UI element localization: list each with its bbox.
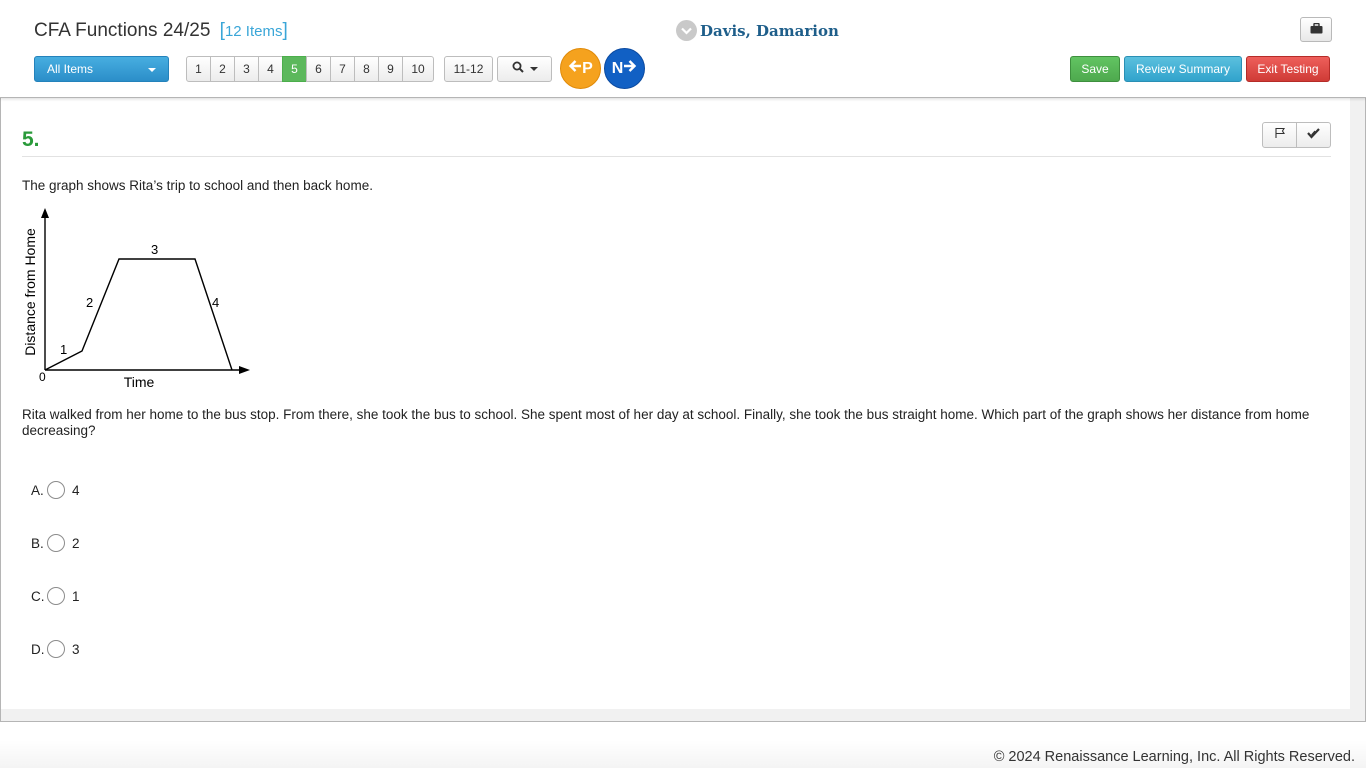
previous-label: P	[582, 59, 593, 77]
question-text: Rita walked from her home to the bus sto…	[22, 407, 1310, 438]
caret-down-icon	[148, 68, 156, 72]
flag-icon	[1274, 126, 1286, 144]
save-button[interactable]: Save	[1070, 56, 1120, 82]
arrow-left-icon	[568, 59, 582, 78]
radio-button[interactable]	[47, 640, 65, 658]
question-pager: 1 2 3 4 5 6 7 8 9 10	[186, 56, 434, 82]
review-summary-button[interactable]: Review Summary	[1124, 56, 1242, 82]
choice-text[interactable]: 1	[72, 589, 80, 604]
question-stem: The graph shows Rita’s trip to school an…	[22, 178, 373, 193]
segment-label-4: 4	[212, 295, 219, 310]
x-axis-arrow	[239, 366, 250, 374]
choice-text[interactable]: 2	[72, 536, 80, 551]
vertical-scrollbar[interactable]	[1350, 97, 1365, 721]
page-button-1[interactable]: 1	[186, 56, 211, 82]
choice-letter: A.	[31, 482, 44, 498]
mark-complete-button[interactable]	[1296, 122, 1331, 148]
answer-choice-d[interactable]: D. 3	[31, 640, 80, 658]
arrow-right-icon	[623, 59, 637, 78]
copyright-notice: © 2024 Renaissance Learning, Inc. All Ri…	[993, 749, 1355, 765]
page-button-5[interactable]: 5	[282, 56, 307, 82]
radio-button[interactable]	[47, 481, 65, 499]
tools-button[interactable]	[1300, 17, 1332, 42]
test-name: CFA Functions 24/25	[34, 20, 211, 41]
student-name[interactable]: Davis, Damarion	[700, 22, 839, 40]
distance-time-graph: 0 Time Distance from Home 1 2 3 4	[22, 208, 250, 390]
exit-testing-button[interactable]: Exit Testing	[1246, 56, 1330, 82]
radio-button[interactable]	[47, 587, 65, 605]
choice-letter: B.	[31, 535, 44, 551]
test-header: CFA Functions 24/25 [12 Items] Davis, Da…	[0, 0, 1366, 98]
answer-choice-c[interactable]: C. 1	[31, 587, 80, 605]
page-button-10[interactable]: 10	[402, 56, 434, 82]
page-button-2[interactable]: 2	[210, 56, 235, 82]
page-button-6[interactable]: 6	[306, 56, 331, 82]
page-range-button[interactable]: 11-12	[444, 56, 493, 82]
page-button-9[interactable]: 9	[378, 56, 403, 82]
page-button-4[interactable]: 4	[258, 56, 283, 82]
student-menu[interactable]: Davis, Damarion	[676, 20, 839, 41]
question-tools	[1262, 122, 1331, 148]
segment-label-2: 2	[86, 295, 93, 310]
y-axis-label: Distance from Home	[22, 228, 38, 356]
segment-label-3: 3	[151, 242, 158, 257]
page-button-3[interactable]: 3	[234, 56, 259, 82]
y-axis-arrow	[41, 208, 49, 218]
next-label: N	[611, 59, 624, 77]
page-button-7[interactable]: 7	[330, 56, 355, 82]
item-count[interactable]: [12 Items]	[220, 20, 288, 41]
chevron-down-icon[interactable]	[676, 20, 697, 41]
choice-text[interactable]: 3	[72, 642, 80, 657]
choice-letter: D.	[31, 641, 45, 657]
search-dropdown-button[interactable]	[497, 56, 552, 82]
briefcase-icon	[1310, 21, 1323, 39]
flag-button[interactable]	[1262, 122, 1297, 148]
check-icon	[1307, 126, 1320, 144]
question-panel: 5. The graph shows Rita’s trip to school…	[0, 97, 1366, 722]
page-button-8[interactable]: 8	[354, 56, 379, 82]
next-button[interactable]: N	[604, 48, 645, 89]
search-icon	[512, 60, 524, 78]
answer-choice-b[interactable]: B. 2	[31, 534, 80, 552]
trip-path	[44, 258, 233, 371]
test-title: CFA Functions 24/25 [12 Items]	[34, 20, 288, 42]
origin-label: 0	[39, 370, 46, 384]
previous-button[interactable]: P	[560, 48, 601, 89]
question-number: 5.	[22, 128, 40, 151]
item-filter-dropdown[interactable]: All Items	[34, 56, 169, 82]
item-filter-label: All Items	[47, 62, 94, 76]
radio-button[interactable]	[47, 534, 65, 552]
x-axis-label: Time	[124, 374, 155, 390]
caret-down-icon	[529, 67, 538, 71]
horizontal-scrollbar[interactable]	[1, 709, 1351, 721]
answer-choice-a[interactable]: A. 4	[31, 481, 80, 499]
choice-letter: C.	[31, 588, 45, 604]
choice-text[interactable]: 4	[72, 483, 80, 498]
divider	[22, 156, 1331, 157]
segment-label-1: 1	[60, 342, 67, 357]
